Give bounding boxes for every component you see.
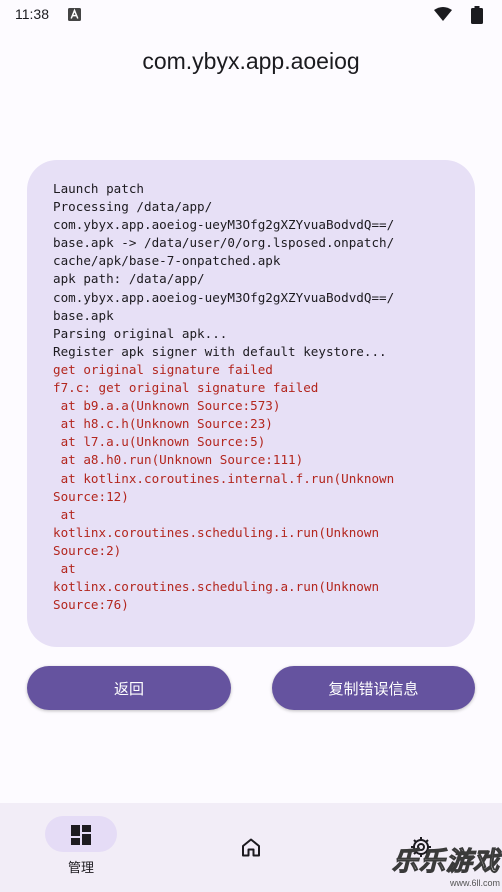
log-line: at a8.h0.run(Unknown Source:111) <box>53 452 304 468</box>
watermark: 乐乐游戏 www.6ll.com <box>391 841 500 889</box>
watermark-url: www.6ll.com <box>449 878 500 888</box>
log-line: get original signature failed <box>53 361 273 377</box>
log-line: f7.c: get original signature failed <box>53 380 319 396</box>
log-line: at l7.a.u(Unknown Source:5) <box>53 434 266 450</box>
log-line: Processing /data/app/ <box>53 199 213 215</box>
log-line: com.ybyx.app.aoeiog-ueyM3Ofg2gXZYvuaBodv… <box>53 217 395 233</box>
back-button[interactable]: 返回 <box>27 666 231 710</box>
wifi-icon <box>434 7 452 21</box>
log-line: base.apk -> /data/user/0/org.lsposed.onp… <box>53 235 395 251</box>
log-line: apk path: /data/app/ <box>53 271 205 287</box>
log-line: base.apk <box>53 307 114 323</box>
log-line: Register apk signer with default keystor… <box>53 343 387 359</box>
notification-a-icon <box>68 8 81 21</box>
status-bar: 11:38 <box>0 0 502 30</box>
log-line: Source:76) <box>53 597 129 613</box>
dashboard-icon <box>71 825 91 845</box>
watermark-title: 乐乐游戏 <box>391 847 500 878</box>
status-time: 11:38 <box>15 6 49 22</box>
log-line: at kotlinx.coroutines.internal.f.run(Unk… <box>53 470 395 486</box>
log-line: Source:2) <box>53 542 122 558</box>
page-title: com.ybyx.app.aoeiog <box>142 48 360 74</box>
log-line: Source:12) <box>53 488 129 504</box>
log-line: cache/apk/base-7-onpatched.apk <box>53 253 281 269</box>
log-line: at <box>53 560 76 576</box>
nav-item-manage[interactable] <box>45 816 117 852</box>
log-line: com.ybyx.app.aoeiog-ueyM3Ofg2gXZYvuaBodv… <box>53 289 395 305</box>
nav-item-manage-label: 管理 <box>67 861 94 876</box>
home-icon[interactable] <box>241 838 261 857</box>
bottom-navigation: 管理 乐乐游戏 www.6ll.com <box>0 803 502 892</box>
copy-error-button[interactable]: 复制错误信息 <box>272 666 475 710</box>
battery-icon <box>471 6 483 24</box>
log-line: Launch patch <box>53 181 144 196</box>
log-line: at <box>53 506 76 522</box>
log-line: Parsing original apk... <box>53 325 228 341</box>
log-line: at h8.c.h(Unknown Source:23) <box>53 416 273 432</box>
log-card: Launch patch Processing /data/app/com.yby… <box>27 160 475 647</box>
log-line: kotlinx.coroutines.scheduling.a.run(Unkn… <box>53 579 380 595</box>
log-line: kotlinx.coroutines.scheduling.i.run(Unkn… <box>53 524 380 540</box>
log-line: at b9.a.a(Unknown Source:573) <box>53 398 281 414</box>
